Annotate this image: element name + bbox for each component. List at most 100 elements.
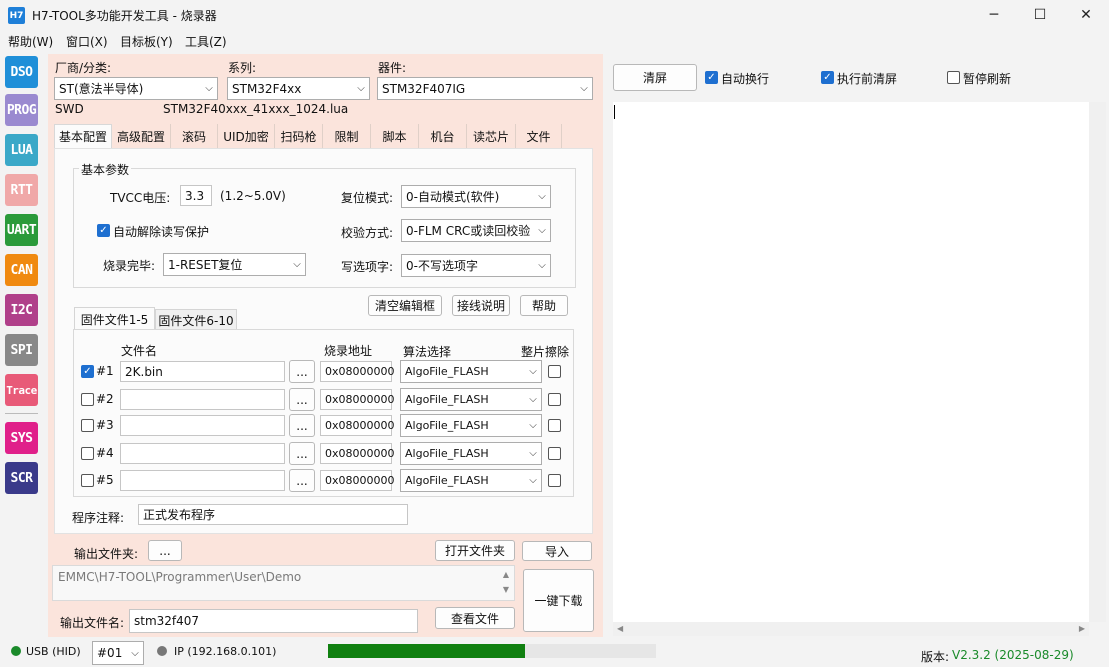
fw-erase-checkbox[interactable]	[548, 393, 561, 406]
tab-1[interactable]: 高级配置	[112, 124, 171, 148]
fw-erase-checkbox[interactable]	[548, 474, 561, 487]
verify-select[interactable]: 0-FLM CRC或读回校验 ⌵	[401, 219, 551, 242]
fw-file-input[interactable]	[120, 470, 285, 491]
output-path-box[interactable]: EMMC\H7-TOOL\Programmer\User\Demo	[52, 565, 515, 601]
fw-browse-button[interactable]: ...	[289, 360, 315, 383]
port-select[interactable]: #01 ⌵	[92, 641, 144, 665]
sidebar-can-button[interactable]: CAN	[5, 254, 38, 286]
tab-9[interactable]: 文件	[516, 124, 562, 148]
tab-fw-1-5[interactable]: 固件文件1-5	[74, 307, 155, 330]
tab-fw-6-10[interactable]: 固件文件6-10	[155, 309, 237, 330]
log-horizontal-scrollbar[interactable]: ◀ ▶	[613, 622, 1089, 636]
tab-5[interactable]: 限制	[323, 124, 371, 148]
close-button[interactable]: ✕	[1063, 0, 1109, 30]
fw-algo-select[interactable]: AlgoFile_FLASH ⌵	[400, 442, 542, 465]
fw-file-input[interactable]	[120, 389, 285, 410]
chevron-down-icon: ⌵	[538, 225, 546, 236]
fw-row-checkbox[interactable]	[81, 447, 94, 460]
fw-addr-input[interactable]: 0x08000000	[320, 389, 395, 410]
wiring-button[interactable]: 接线说明	[452, 295, 510, 316]
note-input[interactable]: 正式发布程序	[138, 504, 408, 525]
fw-algo-select[interactable]: AlgoFile_FLASH ⌵	[400, 414, 542, 437]
fw-browse-button[interactable]: ...	[289, 388, 315, 411]
finish-select[interactable]: 1-RESET复位 ⌵	[163, 253, 306, 276]
fw-addr-input[interactable]: 0x08000000	[320, 443, 395, 464]
tab-7[interactable]: 机台	[419, 124, 467, 148]
fw-addr-input[interactable]: 0x08000000	[320, 470, 395, 491]
fw-browse-button[interactable]: ...	[289, 442, 315, 465]
clear-screen-button[interactable]: 清屏	[613, 64, 697, 91]
sidebar-dso-button[interactable]: DSO	[5, 56, 38, 88]
fw-row-checkbox[interactable]	[81, 393, 94, 406]
auto-wrap-checkbox[interactable]: ✓	[705, 71, 718, 84]
view-file-button[interactable]: 查看文件	[435, 607, 515, 629]
one-click-download-button[interactable]: 一键下载	[523, 569, 594, 632]
fw-row-checkbox[interactable]	[81, 474, 94, 487]
fw-file-input[interactable]: 2K.bin	[120, 361, 285, 382]
output-name-input[interactable]: stm32f407	[129, 609, 418, 633]
vendor-select[interactable]: ST(意法半导体) ⌵	[54, 77, 218, 100]
fw-algo-select[interactable]: AlgoFile_FLASH ⌵	[400, 469, 542, 492]
tab-6[interactable]: 脚本	[371, 124, 419, 148]
version-value: V2.3.2 (2025-08-29)	[952, 648, 1074, 662]
chevron-down-icon: ⌵	[357, 83, 365, 94]
clear-editor-button[interactable]: 清空编辑框	[368, 295, 442, 316]
menu-tools[interactable]: 工具(Z)	[185, 33, 227, 50]
fw-addr-input[interactable]: 0x08000000	[320, 415, 395, 436]
chevron-down-icon: ⌵	[529, 366, 537, 377]
option-label: 写选项字:	[341, 260, 394, 274]
output-folder-browse-button[interactable]: ...	[148, 540, 182, 561]
chevron-down-icon: ⌵	[580, 83, 588, 94]
fw-file-input[interactable]	[120, 415, 285, 436]
fw-erase-checkbox[interactable]	[548, 447, 561, 460]
pause-refresh-checkbox[interactable]	[947, 71, 960, 84]
help-button[interactable]: 帮助	[520, 295, 568, 316]
reset-select[interactable]: 0-自动模式(软件) ⌵	[401, 185, 551, 208]
scroll-right-icon[interactable]: ▶	[1079, 624, 1085, 633]
part-select[interactable]: STM32F407IG ⌵	[377, 77, 593, 100]
unlock-checkbox[interactable]: ✓	[97, 224, 110, 237]
sidebar-lua-button[interactable]: LUA	[5, 134, 38, 166]
sidebar-spi-button[interactable]: SPI	[5, 334, 38, 366]
fw-row-checkbox[interactable]	[81, 419, 94, 432]
fw-file-input[interactable]	[120, 443, 285, 464]
sidebar-scr-button[interactable]: SCR	[5, 462, 38, 494]
tab-3[interactable]: UID加密	[218, 124, 275, 148]
clear-before-checkbox[interactable]: ✓	[821, 71, 834, 84]
fw-browse-button[interactable]: ...	[289, 469, 315, 492]
reset-value: 0-自动模式(软件)	[406, 190, 500, 204]
log-output[interactable]	[613, 102, 1089, 622]
sidebar-sys-button[interactable]: SYS	[5, 422, 38, 454]
fw-browse-button[interactable]: ...	[289, 414, 315, 437]
fw-erase-checkbox[interactable]	[548, 365, 561, 378]
import-button[interactable]: 导入	[522, 541, 592, 561]
fw-row-id: #1	[96, 364, 114, 378]
fw-algo-select[interactable]: AlgoFile_FLASH ⌵	[400, 360, 542, 383]
sidebar-trace-button[interactable]: Trace	[5, 374, 38, 406]
minimize-button[interactable]: ─	[971, 0, 1017, 30]
menu-window[interactable]: 窗口(X)	[66, 33, 108, 50]
sidebar-uart-button[interactable]: UART	[5, 214, 38, 246]
open-folder-button[interactable]: 打开文件夹	[435, 540, 515, 561]
sidebar-i2c-button[interactable]: I2C	[5, 294, 38, 326]
sidebar-prog-button[interactable]: PROG	[5, 94, 38, 126]
log-vertical-scrollbar[interactable]	[1089, 102, 1106, 622]
option-select[interactable]: 0-不写选项字 ⌵	[401, 254, 551, 277]
tab-4[interactable]: 扫码枪	[275, 124, 323, 148]
maximize-button[interactable]: ☐	[1017, 0, 1063, 30]
menu-target[interactable]: 目标板(Y)	[120, 33, 173, 50]
tvcc-input[interactable]: 3.3	[180, 185, 212, 206]
fw-row-checkbox[interactable]: ✓	[81, 365, 94, 378]
tab-8[interactable]: 读芯片	[467, 124, 516, 148]
scroll-left-icon[interactable]: ◀	[617, 624, 623, 633]
menu-help[interactable]: 帮助(W)	[8, 33, 53, 50]
fw-addr-input[interactable]: 0x08000000	[320, 361, 395, 382]
sidebar-rtt-button[interactable]: RTT	[5, 174, 38, 206]
app-window: H7 H7-TOOL多功能开发工具 - 烧录器 ─ ☐ ✕ 帮助(W) 窗口(X…	[0, 0, 1109, 667]
fw-erase-checkbox[interactable]	[548, 419, 561, 432]
fw-algo-select[interactable]: AlgoFile_FLASH ⌵	[400, 388, 542, 411]
tab-0[interactable]: 基本配置	[54, 124, 112, 148]
series-select[interactable]: STM32F4xx ⌵	[227, 77, 370, 100]
tab-2[interactable]: 滚码	[171, 124, 218, 148]
path-scrollbar[interactable]: ▲ ▼	[499, 567, 513, 599]
